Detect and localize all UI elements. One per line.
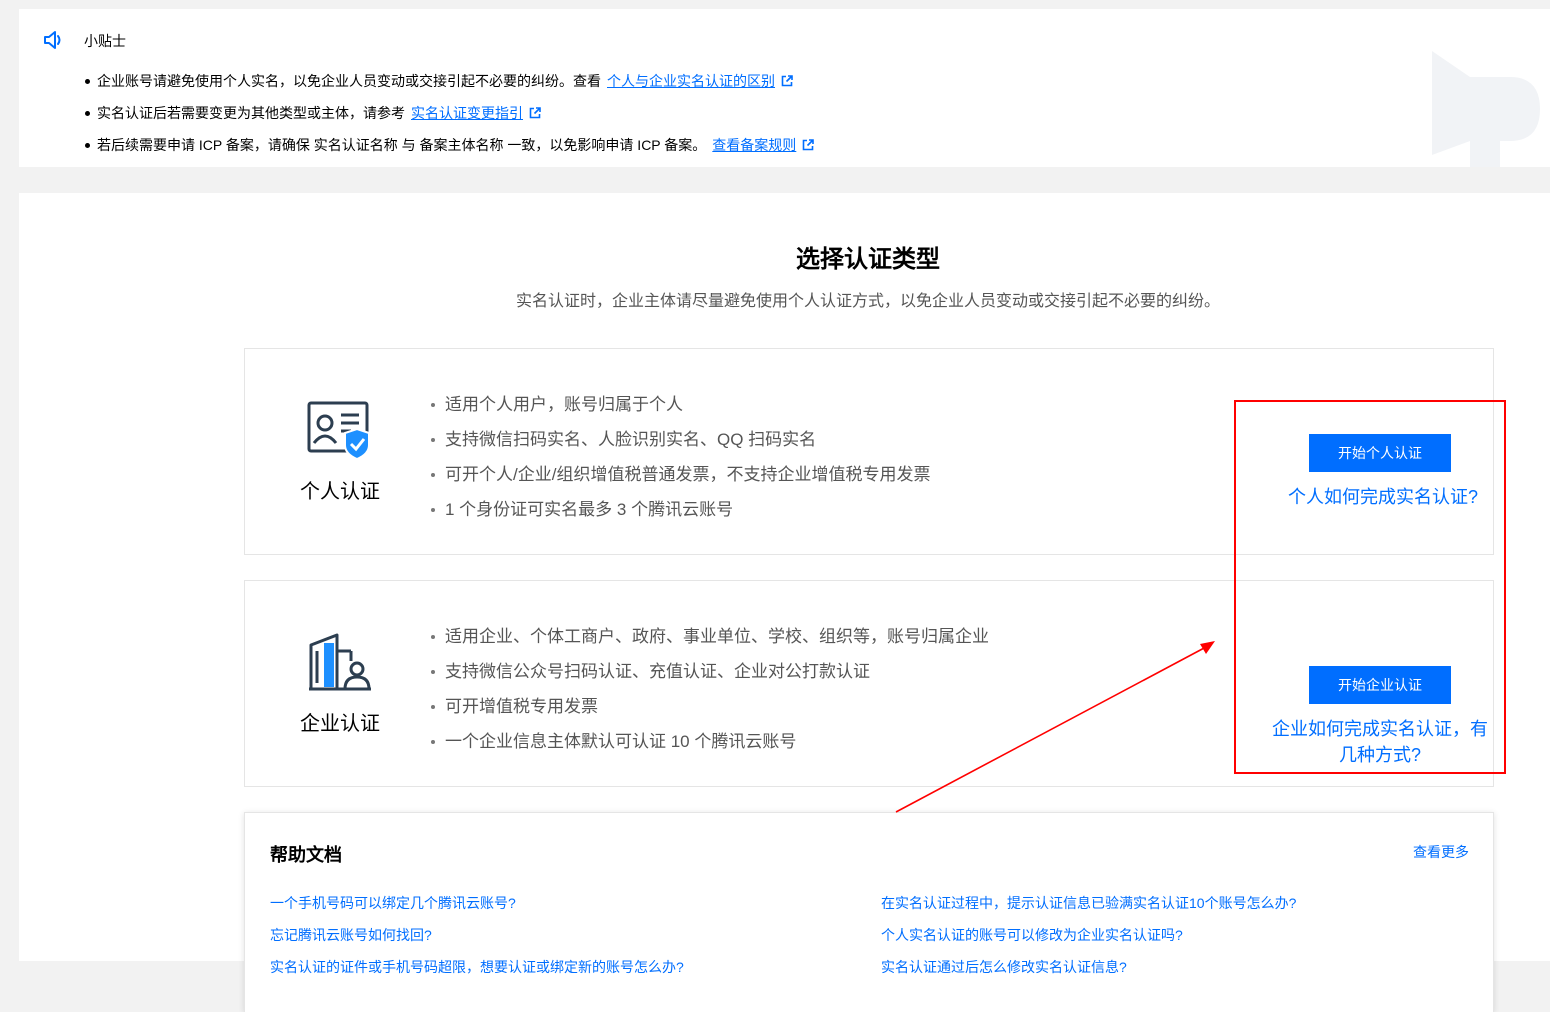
list-item: 实名认证的证件或手机号码超限，想要认证或绑定新的账号怎么办?: [270, 951, 684, 983]
external-link-icon[interactable]: [781, 75, 793, 87]
enterprise-auth-card: 企业认证 适用企业、个体工商户、政府、事业单位、学校、组织等，账号归属企业 支持…: [244, 580, 1494, 787]
tip-item: 企业账号请避免使用个人实名，以免企业人员变动或交接引起不必要的纠纷。查看 个人与企…: [85, 65, 814, 97]
page-title: 选择认证类型: [796, 246, 940, 273]
tip-text: 实名认证后若需要变更为其他类型或主体，请参考: [97, 105, 405, 121]
enterprise-help-link-line2: 几种方式?: [1338, 745, 1421, 765]
help-doc-link[interactable]: 在实名认证过程中，提示认证信息已验满实名认证10个账号怎么办?: [881, 895, 1296, 911]
external-link-icon[interactable]: [802, 139, 815, 151]
feature-item: 一个企业信息主体默认可认证 10 个腾讯云账号: [431, 724, 989, 759]
list-item: 忘记腾讯云账号如何找回?: [270, 919, 684, 951]
feature-item: 适用个人用户，账号归属于个人: [431, 387, 930, 422]
tip-item: 若后续需要申请 ICP 备案，请确保 实名认证名称 与 备案主体名称 一致，以免…: [85, 129, 815, 161]
id-card-shield-icon: [307, 401, 370, 461]
tip-text: 企业账号请避免使用个人实名，以免企业人员变动或交接引起不必要的纠纷。查看: [97, 73, 601, 89]
tip-link-change-guide[interactable]: 实名认证变更指引: [411, 105, 523, 121]
personal-feature-list: 适用个人用户，账号归属于个人 支持微信扫码实名、人脸识别实名、QQ 扫码实名 可…: [431, 387, 930, 527]
enterprise-feature-list: 适用企业、个体工商户、政府、事业单位、学校、组织等，账号归属企业 支持微信公众号…: [431, 619, 989, 759]
list-item: 实名认证通过后怎么修改实名认证信息?: [881, 951, 1296, 983]
help-doc-link[interactable]: 忘记腾讯云账号如何找回?: [270, 927, 432, 943]
help-doc-link[interactable]: 实名认证通过后怎么修改实名认证信息?: [881, 959, 1127, 975]
tips-panel: 小贴士 企业账号请避免使用个人实名，以免企业人员变动或交接引起不必要的纠纷。查看…: [19, 9, 1550, 167]
enterprise-help-link-line1: 企业如何完成实名认证，有: [1272, 719, 1488, 739]
list-item: 在实名认证过程中，提示认证信息已验满实名认证10个账号怎么办?: [881, 887, 1296, 919]
list-item: 个人实名认证的账号可以修改为企业实名认证吗?: [881, 919, 1296, 951]
personal-action: 开始个人认证 个人如何完成实名认证?: [1265, 434, 1495, 510]
feature-item: 可开个人/企业/组织增值税普通发票，不支持企业增值税专用发票: [431, 457, 930, 492]
enterprise-help-link[interactable]: 企业如何完成实名认证，有 几种方式?: [1265, 716, 1495, 768]
feature-item: 1 个身份证可实名最多 3 个腾讯云账号: [431, 492, 930, 527]
feature-item: 适用企业、个体工商户、政府、事业单位、学校、组织等，账号归属企业: [431, 619, 989, 654]
megaphone-watermark-icon: [1432, 51, 1540, 167]
feature-item: 支持微信扫码实名、人脸识别实名、QQ 扫码实名: [431, 422, 930, 457]
help-docs-right-list: 在实名认证过程中，提示认证信息已验满实名认证10个账号怎么办? 个人实名认证的账…: [881, 887, 1296, 983]
feature-item: 可开增值税专用发票: [431, 689, 989, 724]
feature-item: 支持微信公众号扫码认证、充值认证、企业对公打款认证: [431, 654, 989, 689]
tip-text: 若后续需要申请 ICP 备案，请确保 实名认证名称 与 备案主体名称 一致，以免…: [97, 137, 707, 153]
building-person-icon: [309, 633, 371, 691]
tips-title: 小贴士: [84, 33, 126, 49]
list-item: 一个手机号码可以绑定几个腾讯云账号?: [270, 887, 684, 919]
tip-link-icp-rules[interactable]: 查看备案规则: [712, 137, 796, 153]
main-panel: 选择认证类型 实名认证时，企业主体请尽量避免使用个人认证方式，以免企业人员变动或…: [19, 193, 1550, 1012]
help-doc-link[interactable]: 一个手机号码可以绑定几个腾讯云账号?: [270, 895, 516, 911]
help-docs-left-list: 一个手机号码可以绑定几个腾讯云账号? 忘记腾讯云账号如何找回? 实名认证的证件或…: [270, 887, 684, 983]
help-doc-link[interactable]: 个人实名认证的账号可以修改为企业实名认证吗?: [881, 927, 1183, 943]
external-link-icon[interactable]: [529, 107, 541, 119]
help-docs-title: 帮助文档: [270, 845, 342, 865]
enterprise-auth-title: 企业认证: [300, 713, 380, 735]
start-enterprise-auth-button[interactable]: 开始企业认证: [1309, 666, 1451, 704]
tips-list: 企业账号请避免使用个人实名，以免企业人员变动或交接引起不必要的纠纷。查看 个人与企…: [85, 65, 815, 161]
start-personal-auth-button[interactable]: 开始个人认证: [1309, 434, 1451, 472]
personal-auth-title: 个人认证: [300, 481, 380, 503]
help-docs-panel: 帮助文档 查看更多 一个手机号码可以绑定几个腾讯云账号? 忘记腾讯云账号如何找回…: [244, 812, 1494, 1012]
tip-item: 实名认证后若需要变更为其他类型或主体，请参考 实名认证变更指引: [85, 97, 814, 129]
view-more-link[interactable]: 查看更多: [1413, 842, 1469, 862]
speaker-icon: [44, 31, 61, 49]
page-subtitle: 实名认证时，企业主体请尽量避免使用个人认证方式，以免企业人员变动或交接引起不必要…: [515, 293, 1220, 310]
tip-link-difference[interactable]: 个人与企业实名认证的区别: [607, 73, 775, 89]
help-doc-link[interactable]: 实名认证的证件或手机号码超限，想要认证或绑定新的账号怎么办?: [270, 959, 684, 975]
personal-auth-card: 个人认证 适用个人用户，账号归属于个人 支持微信扫码实名、人脸识别实名、QQ 扫…: [244, 348, 1494, 555]
enterprise-action: 开始企业认证 企业如何完成实名认证，有 几种方式?: [1265, 666, 1495, 768]
personal-help-link[interactable]: 个人如何完成实名认证?: [1271, 484, 1495, 510]
